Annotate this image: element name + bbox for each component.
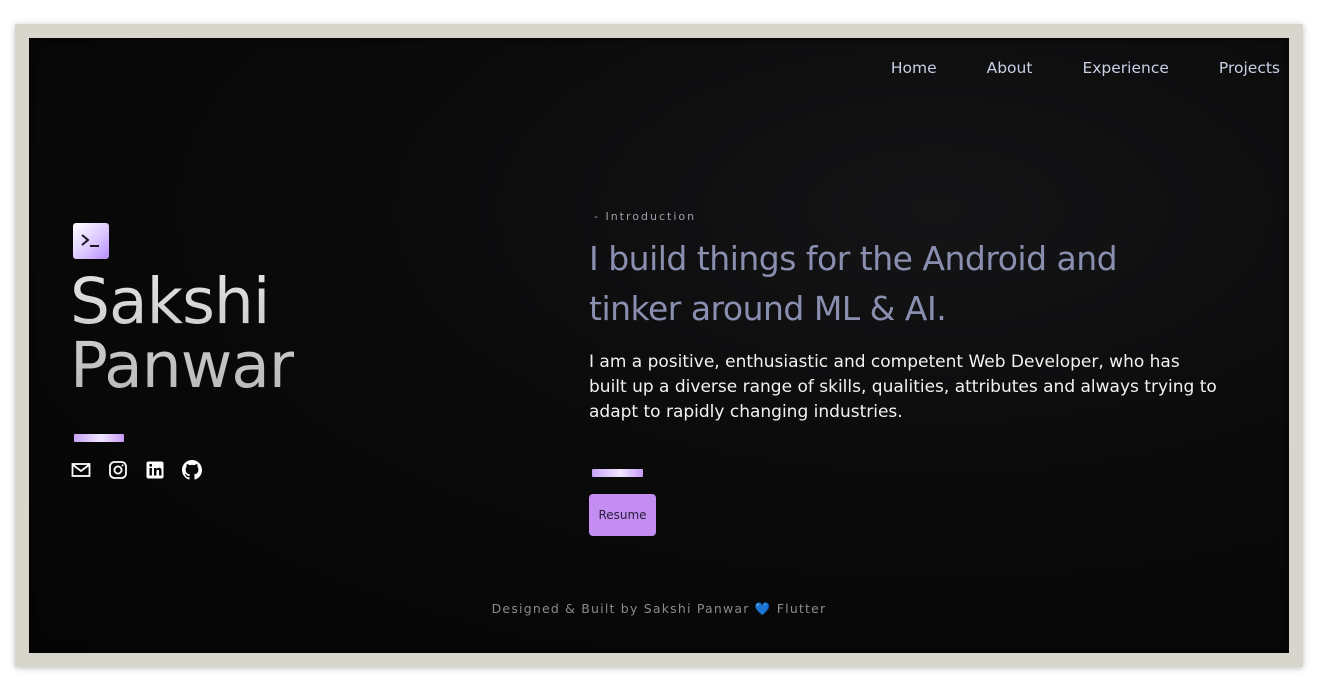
mail-icon[interactable] — [71, 460, 91, 480]
instagram-icon[interactable] — [108, 460, 128, 480]
resume-button[interactable]: Resume — [589, 494, 656, 536]
intro-tag: - Introduction — [594, 210, 697, 223]
headline-line-2: tinker around ML & AI. — [589, 289, 947, 328]
first-name: Sakshi — [70, 265, 270, 338]
bio-line-1: I am a positive, enthusiastic and compet… — [589, 352, 1180, 372]
nav-home[interactable]: Home — [891, 59, 937, 79]
nav-projects[interactable]: Projects — [1219, 59, 1280, 79]
page-screen: Home About Experience Projects Sakshi Pa… — [29, 38, 1289, 653]
name-accent-bar — [74, 434, 124, 442]
bio-line-2: built up a diverse range of skills, qual… — [589, 377, 1217, 397]
last-name: Panwar — [70, 329, 294, 402]
nav-about[interactable]: About — [987, 59, 1033, 79]
github-icon[interactable] — [182, 460, 202, 480]
heart-icon: 💙 — [754, 601, 772, 616]
linkedin-icon[interactable] — [145, 460, 165, 480]
hero-name: Sakshi Panwar — [70, 270, 294, 398]
intro-headline: I build things for the Android and tinke… — [589, 234, 1209, 334]
headline-line-1: I build things for the Android and — [589, 239, 1118, 278]
top-nav: Home About Experience Projects — [891, 59, 1280, 79]
intro-bio: I am a positive, enthusiastic and compet… — [589, 350, 1249, 425]
footer-credit: Designed & Built by Sakshi Panwar 💙 Flut… — [29, 601, 1289, 617]
footer-framework: Flutter — [776, 601, 827, 616]
terminal-icon — [73, 223, 109, 259]
footer-text: Designed & Built by Sakshi Panwar — [491, 601, 750, 616]
nav-experience[interactable]: Experience — [1082, 59, 1168, 79]
resume-accent-bar — [592, 469, 643, 477]
bio-line-3: adapt to rapidly changing industries. — [589, 402, 903, 422]
social-links — [71, 460, 202, 480]
